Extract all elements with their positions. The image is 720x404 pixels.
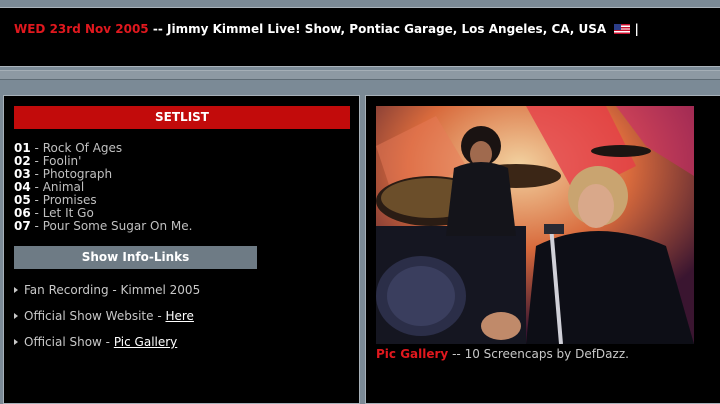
list-item: 07 - Pour Some Sugar On Me. xyxy=(14,220,192,233)
song-separator: - xyxy=(34,167,39,181)
list-item: Official Show Website - Here xyxy=(14,309,200,335)
concert-photo-illustration xyxy=(376,106,694,344)
song-title: Animal xyxy=(42,180,85,194)
fan-recording-text: Fan Recording - Kimmel 2005 xyxy=(24,283,201,297)
setlist-panel: SETLIST 01 - Rock Of Ages 02 - Foolin' 0… xyxy=(3,95,360,404)
info-links-list: Fan Recording - Kimmel 2005 Official Sho… xyxy=(14,283,200,361)
list-item: Official Show - Pic Gallery xyxy=(14,335,200,361)
song-number: 04 xyxy=(14,180,31,194)
song-title: Rock Of Ages xyxy=(42,141,123,155)
event-separator: -- xyxy=(152,22,163,36)
song-title: Promises xyxy=(42,193,97,207)
song-separator: - xyxy=(34,141,39,155)
pic-gallery-label: Pic Gallery xyxy=(376,347,449,361)
official-gallery-text: Official Show - xyxy=(24,335,114,349)
concert-photo[interactable] xyxy=(376,106,694,344)
song-separator: - xyxy=(34,154,39,168)
pic-gallery-link[interactable]: Pic Gallery xyxy=(114,335,177,349)
song-number: 01 xyxy=(14,141,31,155)
show-info-links-button[interactable]: Show Info-Links xyxy=(14,246,257,269)
bullet-arrow-icon xyxy=(14,313,18,319)
usa-flag-icon xyxy=(614,24,631,34)
bullet-arrow-icon xyxy=(14,339,18,345)
event-title: Jimmy Kimmel Live! Show, Pontiac Garage,… xyxy=(167,22,607,36)
official-website-link[interactable]: Here xyxy=(165,309,193,323)
song-separator: - xyxy=(34,180,39,194)
gallery-caption-text: -- 10 Screencaps by DefDazz. xyxy=(452,347,629,361)
song-title: Pour Some Sugar On Me. xyxy=(42,219,193,233)
song-title: Let It Go xyxy=(42,206,94,220)
song-number: 07 xyxy=(14,219,31,233)
song-title: Foolin' xyxy=(42,154,82,168)
event-line: WED 23rd Nov 2005 -- Jimmy Kimmel Live! … xyxy=(14,22,639,36)
event-trailing-bar: | xyxy=(634,22,639,36)
song-separator: - xyxy=(34,193,39,207)
song-separator: - xyxy=(34,206,39,220)
official-website-text: Official Show Website - xyxy=(24,309,166,323)
song-number: 05 xyxy=(14,193,31,207)
gallery-panel: Pic Gallery -- 10 Screencaps by DefDazz. xyxy=(365,95,720,404)
song-separator: - xyxy=(34,219,39,233)
song-list: 01 - Rock Of Ages 02 - Foolin' 03 - Phot… xyxy=(14,142,192,233)
list-item: Fan Recording - Kimmel 2005 xyxy=(14,283,200,309)
header-bar: WED 23rd Nov 2005 -- Jimmy Kimmel Live! … xyxy=(0,7,720,67)
setlist-heading: SETLIST xyxy=(14,106,350,129)
bullet-arrow-icon xyxy=(14,287,18,293)
song-title: Photograph xyxy=(42,167,113,181)
gallery-caption: Pic Gallery -- 10 Screencaps by DefDazz. xyxy=(376,347,629,361)
song-number: 06 xyxy=(14,206,31,220)
divider-strip xyxy=(0,70,720,80)
song-number: 03 xyxy=(14,167,31,181)
event-date: WED 23rd Nov 2005 xyxy=(14,22,149,36)
song-number: 02 xyxy=(14,154,31,168)
